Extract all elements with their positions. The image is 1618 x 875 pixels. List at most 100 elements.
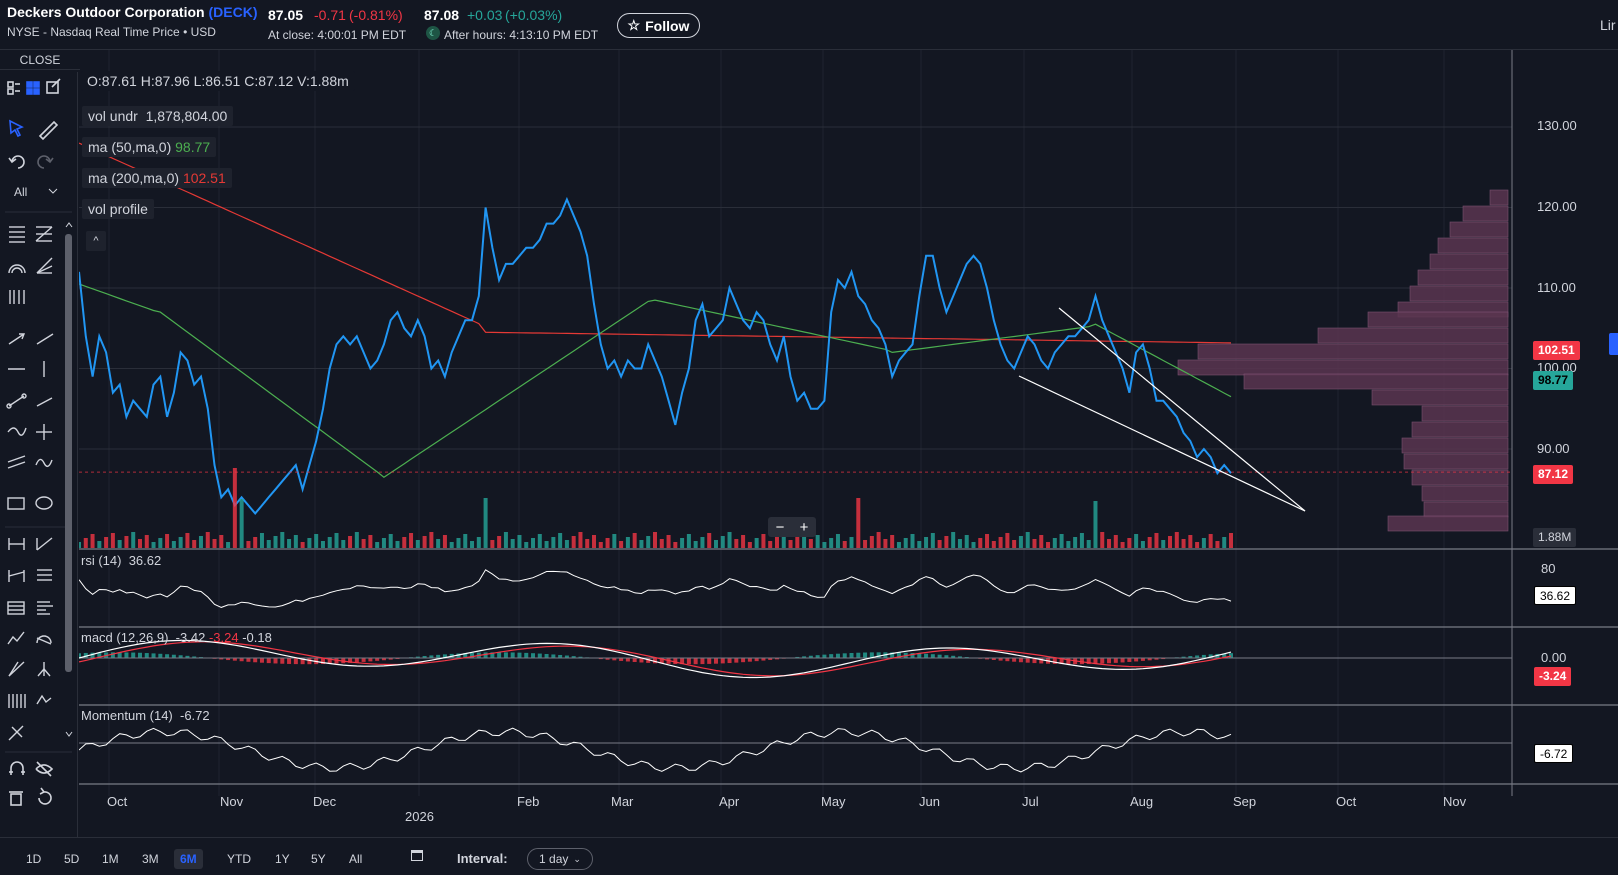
volume-bar — [79, 542, 81, 548]
range-6m[interactable]: 6M — [174, 849, 203, 869]
crosshair-icon[interactable] — [36, 424, 52, 440]
pattern-icon[interactable] — [36, 635, 52, 645]
price-chart-canvas[interactable] — [79, 50, 1618, 837]
date-range-icon[interactable] — [8, 570, 25, 582]
volume-bar — [402, 537, 407, 548]
range-1d[interactable]: 1D — [20, 849, 47, 869]
extended-line-icon[interactable] — [36, 397, 53, 407]
macd-histogram-bar — [747, 658, 752, 662]
volume-bar — [537, 534, 542, 548]
volume-bar — [287, 539, 292, 548]
macd-histogram-bar — [273, 658, 278, 664]
zigzag-icon[interactable] — [7, 631, 25, 645]
follow-label: Follow — [645, 17, 690, 34]
axis-handle-icon[interactable] — [1609, 333, 1618, 355]
chart-area[interactable]: O:87.61 H:87.96 L:86.51 C:87.12 V:1.88m … — [79, 50, 1618, 837]
range-3m[interactable]: 3M — [136, 849, 165, 869]
gann-icon[interactable] — [8, 661, 25, 677]
fib-retracement-icon[interactable] — [9, 226, 25, 243]
volume-profile-bar — [1417, 269, 1509, 286]
range-all[interactable]: All — [343, 849, 368, 869]
chevron-down-icon[interactable] — [48, 188, 58, 194]
fib-arc-icon[interactable] — [8, 264, 26, 274]
volume-bar — [1174, 532, 1179, 548]
volume-bar — [354, 532, 359, 548]
volume-bar — [598, 542, 603, 548]
close-button[interactable]: CLOSE — [0, 50, 80, 70]
zoom-out-button[interactable]: − — [776, 519, 785, 536]
collapse-legend-icon[interactable]: ^ — [86, 231, 106, 251]
volume-legend[interactable]: vol undr 1,878,804.00 — [82, 106, 234, 126]
macd-histogram-bar — [287, 658, 292, 664]
fib-fan-icon[interactable] — [36, 257, 53, 274]
ma200-legend[interactable]: ma (200,ma,0) 102.51 — [82, 168, 232, 188]
pen-icon[interactable] — [35, 458, 53, 468]
reset-icon[interactable] — [38, 787, 52, 805]
pitchfork-icon[interactable] — [37, 662, 51, 677]
range-1y[interactable]: 1Y — [269, 849, 296, 869]
volume-bar — [1147, 537, 1152, 548]
range-5d[interactable]: 5D — [58, 849, 85, 869]
macd-value-2: -3.24 — [208, 630, 239, 645]
rectangle-icon[interactable] — [7, 497, 25, 510]
layout-tiles-icon[interactable] — [26, 81, 40, 95]
curve-icon[interactable] — [7, 427, 27, 436]
parallel-channel-icon[interactable] — [7, 455, 26, 469]
ray-icon[interactable] — [6, 393, 27, 409]
trash-icon[interactable] — [9, 791, 23, 806]
macd-histogram-bar — [1066, 658, 1071, 665]
macd-histogram-bar — [368, 658, 373, 662]
volume-bar — [1079, 533, 1084, 548]
range-ytd[interactable]: YTD — [221, 849, 257, 869]
interval-select[interactable]: 1 day ⌄ — [527, 848, 593, 870]
fib-timezone-icon[interactable] — [9, 290, 25, 304]
range-5y[interactable]: 5Y — [305, 849, 332, 869]
ma50-legend[interactable]: ma (50,ma,0) 98.77 — [82, 137, 217, 157]
volume-bar — [341, 540, 346, 548]
volume-bar — [666, 535, 671, 548]
elliott-wave-icon[interactable] — [36, 694, 52, 705]
calendar-icon[interactable] — [411, 850, 423, 861]
table-icon[interactable] — [7, 601, 25, 615]
measure-icon[interactable] — [36, 537, 53, 551]
align-left-icon[interactable] — [37, 601, 53, 615]
lines-list-icon[interactable] — [37, 569, 52, 581]
ruler-icon[interactable] — [38, 120, 59, 141]
volume-bar — [1005, 533, 1010, 548]
fib-extension-icon[interactable] — [35, 226, 53, 242]
cycle-lines-icon[interactable] — [8, 694, 26, 708]
volume-legend-value: 1,878,804.00 — [145, 108, 228, 124]
volume-bar — [192, 540, 197, 548]
macd-value-3: -0.18 — [242, 630, 272, 645]
ma200-price-badge: 102.51 — [1533, 341, 1580, 360]
zoom-in-button[interactable]: + — [800, 519, 809, 536]
hide-drawings-icon[interactable] — [35, 761, 54, 777]
volume-bar — [741, 535, 746, 548]
volume-bar — [490, 540, 495, 548]
volume-bar — [788, 540, 793, 548]
tools-icon[interactable] — [8, 725, 24, 741]
arrow-line-icon[interactable] — [8, 333, 26, 345]
volume-bar — [388, 534, 393, 548]
popout-icon[interactable] — [46, 78, 61, 94]
scroll-up-icon[interactable] — [65, 222, 73, 228]
macd-histogram-bar — [727, 658, 732, 664]
layout-grid-icon[interactable] — [7, 81, 20, 95]
ellipse-icon[interactable] — [35, 496, 53, 510]
range-1m[interactable]: 1M — [96, 849, 125, 869]
undo-icon[interactable] — [8, 155, 25, 169]
volume-bar — [198, 536, 203, 548]
cursor-icon[interactable] — [9, 119, 24, 138]
toolbar-scrollbar[interactable] — [65, 234, 72, 672]
volprofile-legend[interactable]: vol profile — [82, 199, 154, 219]
filter-all-label[interactable]: All — [14, 185, 27, 199]
volume-bar — [259, 533, 264, 548]
volume-bar — [700, 537, 705, 548]
macd-histogram-bar — [707, 658, 712, 664]
scroll-down-icon[interactable] — [65, 731, 73, 737]
follow-button[interactable]: ☆ Follow — [617, 13, 700, 38]
magnet-icon[interactable] — [9, 761, 25, 775]
layout-menu-cut[interactable]: Lir — [1600, 17, 1616, 33]
price-range-icon[interactable] — [8, 538, 25, 550]
trend-line-icon[interactable] — [36, 333, 54, 345]
